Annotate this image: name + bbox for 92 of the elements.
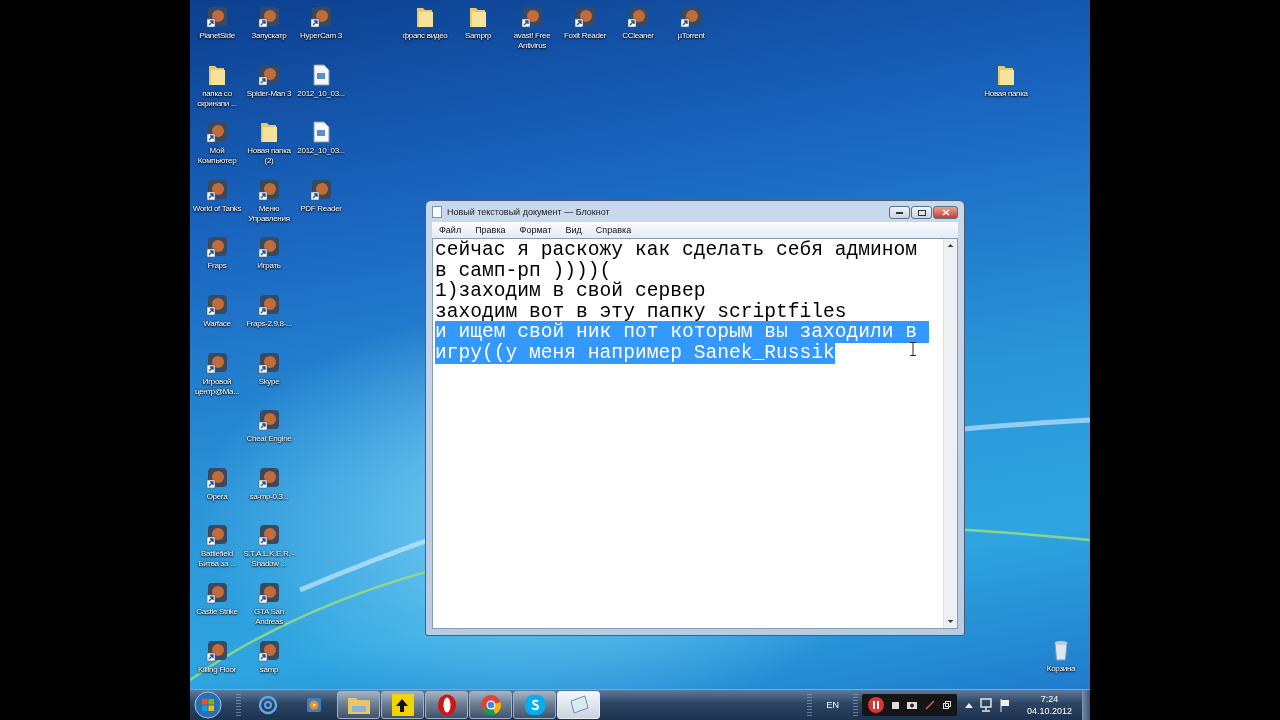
app-shortcut-icon (257, 408, 281, 433)
folder-icon (346, 695, 371, 715)
app-shortcut-icon (257, 293, 281, 317)
app-shortcut-icon (257, 581, 281, 605)
network-icon[interactable] (978, 698, 993, 712)
app-shortcut-icon (205, 293, 229, 317)
taskbar-button[interactable] (513, 691, 556, 719)
app-shortcut-icon (573, 5, 597, 29)
taskbar-button[interactable] (425, 691, 468, 719)
maximize-button[interactable] (911, 206, 932, 219)
desktop-icon-label[interactable]: µTorrent (665, 31, 717, 41)
desktop-icon-label[interactable]: папка со скринапи ... (191, 88, 243, 109)
app-shortcut-icon (205, 523, 229, 548)
camera-icon[interactable] (906, 701, 917, 709)
app-shortcut-icon (309, 5, 333, 29)
app-shortcut-icon (679, 5, 703, 29)
app-shortcut-icon (205, 235, 229, 260)
minimize-button[interactable] (889, 206, 910, 219)
desktop-icon-label[interactable]: Fraps-2.9.8-... (243, 319, 295, 329)
desktop-icon-label[interactable]: Мой Компьютер (191, 146, 243, 167)
skype-icon (523, 694, 546, 716)
text-line: сейчас я раскожу как сделать себя админом (435, 239, 918, 261)
app-shortcut-icon (205, 5, 229, 29)
desktop-icon-label[interactable]: CCleaner (612, 31, 664, 41)
desktop-icon-label[interactable]: Fraps (191, 261, 243, 272)
menu-item[interactable]: Файл (432, 225, 469, 235)
close-icon (941, 209, 950, 216)
text-line: 1)заходим в свой сервер (435, 280, 706, 302)
app-shortcut-icon (257, 235, 281, 260)
app-shortcut-icon (520, 5, 544, 29)
app-shortcut-icon (257, 523, 281, 548)
start-button[interactable] (194, 691, 222, 719)
maximize-icon (917, 209, 926, 216)
app-shortcut-icon (205, 638, 229, 663)
app-shortcut-icon (309, 177, 333, 202)
taskbar-button[interactable] (381, 691, 424, 719)
desktop-icon-label[interactable]: PDF Reader (295, 203, 347, 214)
app-shortcut-icon (205, 177, 229, 202)
desktop-icon-label[interactable]: Меню Управления (243, 203, 295, 224)
desktop-icon-label[interactable]: Spider-Man 3 (243, 88, 295, 99)
app-shortcut-icon (257, 638, 281, 663)
clock-time[interactable]: 7:24 (1040, 693, 1059, 705)
notepad-icon (432, 205, 442, 218)
menu-item[interactable]: Формат (512, 225, 559, 235)
app-shortcut-icon (205, 581, 229, 605)
text-cursor-icon (910, 342, 916, 356)
desktop-icon-label[interactable]: HyperCam 3 (295, 31, 347, 41)
minimize-icon (896, 211, 903, 214)
desktop-icon-label[interactable]: Корзина (1035, 664, 1087, 674)
desktop-icon-label[interactable]: Запускатр (243, 31, 295, 41)
menu-item[interactable]: Справка (588, 225, 639, 235)
chrome-icon (479, 694, 502, 716)
windows-icon[interactable] (942, 701, 951, 709)
desktop-icon-label[interactable]: Skype (243, 376, 295, 387)
app-shortcut-icon (626, 5, 650, 29)
desktop-icon-label[interactable]: Warface (191, 319, 243, 329)
app-shortcut-icon (205, 465, 229, 490)
flag-icon[interactable] (998, 698, 1011, 712)
clock-date[interactable]: 04.10.2012 (1026, 705, 1072, 717)
language-indicator[interactable]: EN (826, 700, 839, 710)
close-button[interactable] (933, 206, 958, 219)
show-hidden-icons-icon[interactable] (964, 702, 973, 708)
app-shortcut-icon (205, 120, 229, 145)
desktop-icon-label[interactable]: Новая папка (980, 89, 1032, 99)
text-line: заходим вот в эту папку scriptfiles (435, 300, 847, 323)
app-shortcut-icon (257, 350, 281, 375)
notepad-icon (567, 695, 590, 715)
text-line: в самп-рп ))))( (435, 259, 612, 282)
desktop-icon-label[interactable]: Играть (243, 261, 295, 272)
app-shortcut-icon (257, 465, 281, 490)
app-shortcut-icon (257, 62, 281, 87)
menu-item[interactable]: Вид (558, 225, 589, 235)
stop-icon[interactable] (891, 701, 899, 709)
menu-item[interactable]: Правка (468, 225, 513, 235)
opera-icon (436, 694, 457, 716)
desktop-icon-label[interactable]: avast! Free Antivirus (506, 31, 558, 51)
desktop-icon-label[interactable]: Игровой центр@Ma... (191, 376, 243, 397)
app-shortcut-icon (205, 350, 229, 375)
desktop-icon-label[interactable]: PlanetSide (191, 31, 243, 41)
desktop-icon-label[interactable]: Новая папка (2) (243, 146, 295, 167)
desktop-icon-label[interactable]: World of Tanks (191, 203, 243, 214)
desktop-icon-label[interactable]: Samprp (452, 31, 504, 41)
app-shortcut-icon (257, 5, 281, 29)
window-title: Новый текстовый документ — Блокнот (447, 206, 611, 217)
desktop-icon-label[interactable]: Foxit Reader (559, 31, 611, 41)
media-player-icon[interactable] (304, 695, 324, 715)
app-shortcut-icon (257, 177, 281, 202)
desktop-icon-label[interactable]: 2012_10_03... (295, 88, 347, 99)
app-icon (391, 694, 414, 716)
pause-icon[interactable] (867, 697, 884, 713)
desktop-icon-label[interactable]: 2012_10_03... (295, 146, 347, 157)
desktop-icon-label[interactable]: фрапс видео (399, 31, 451, 41)
